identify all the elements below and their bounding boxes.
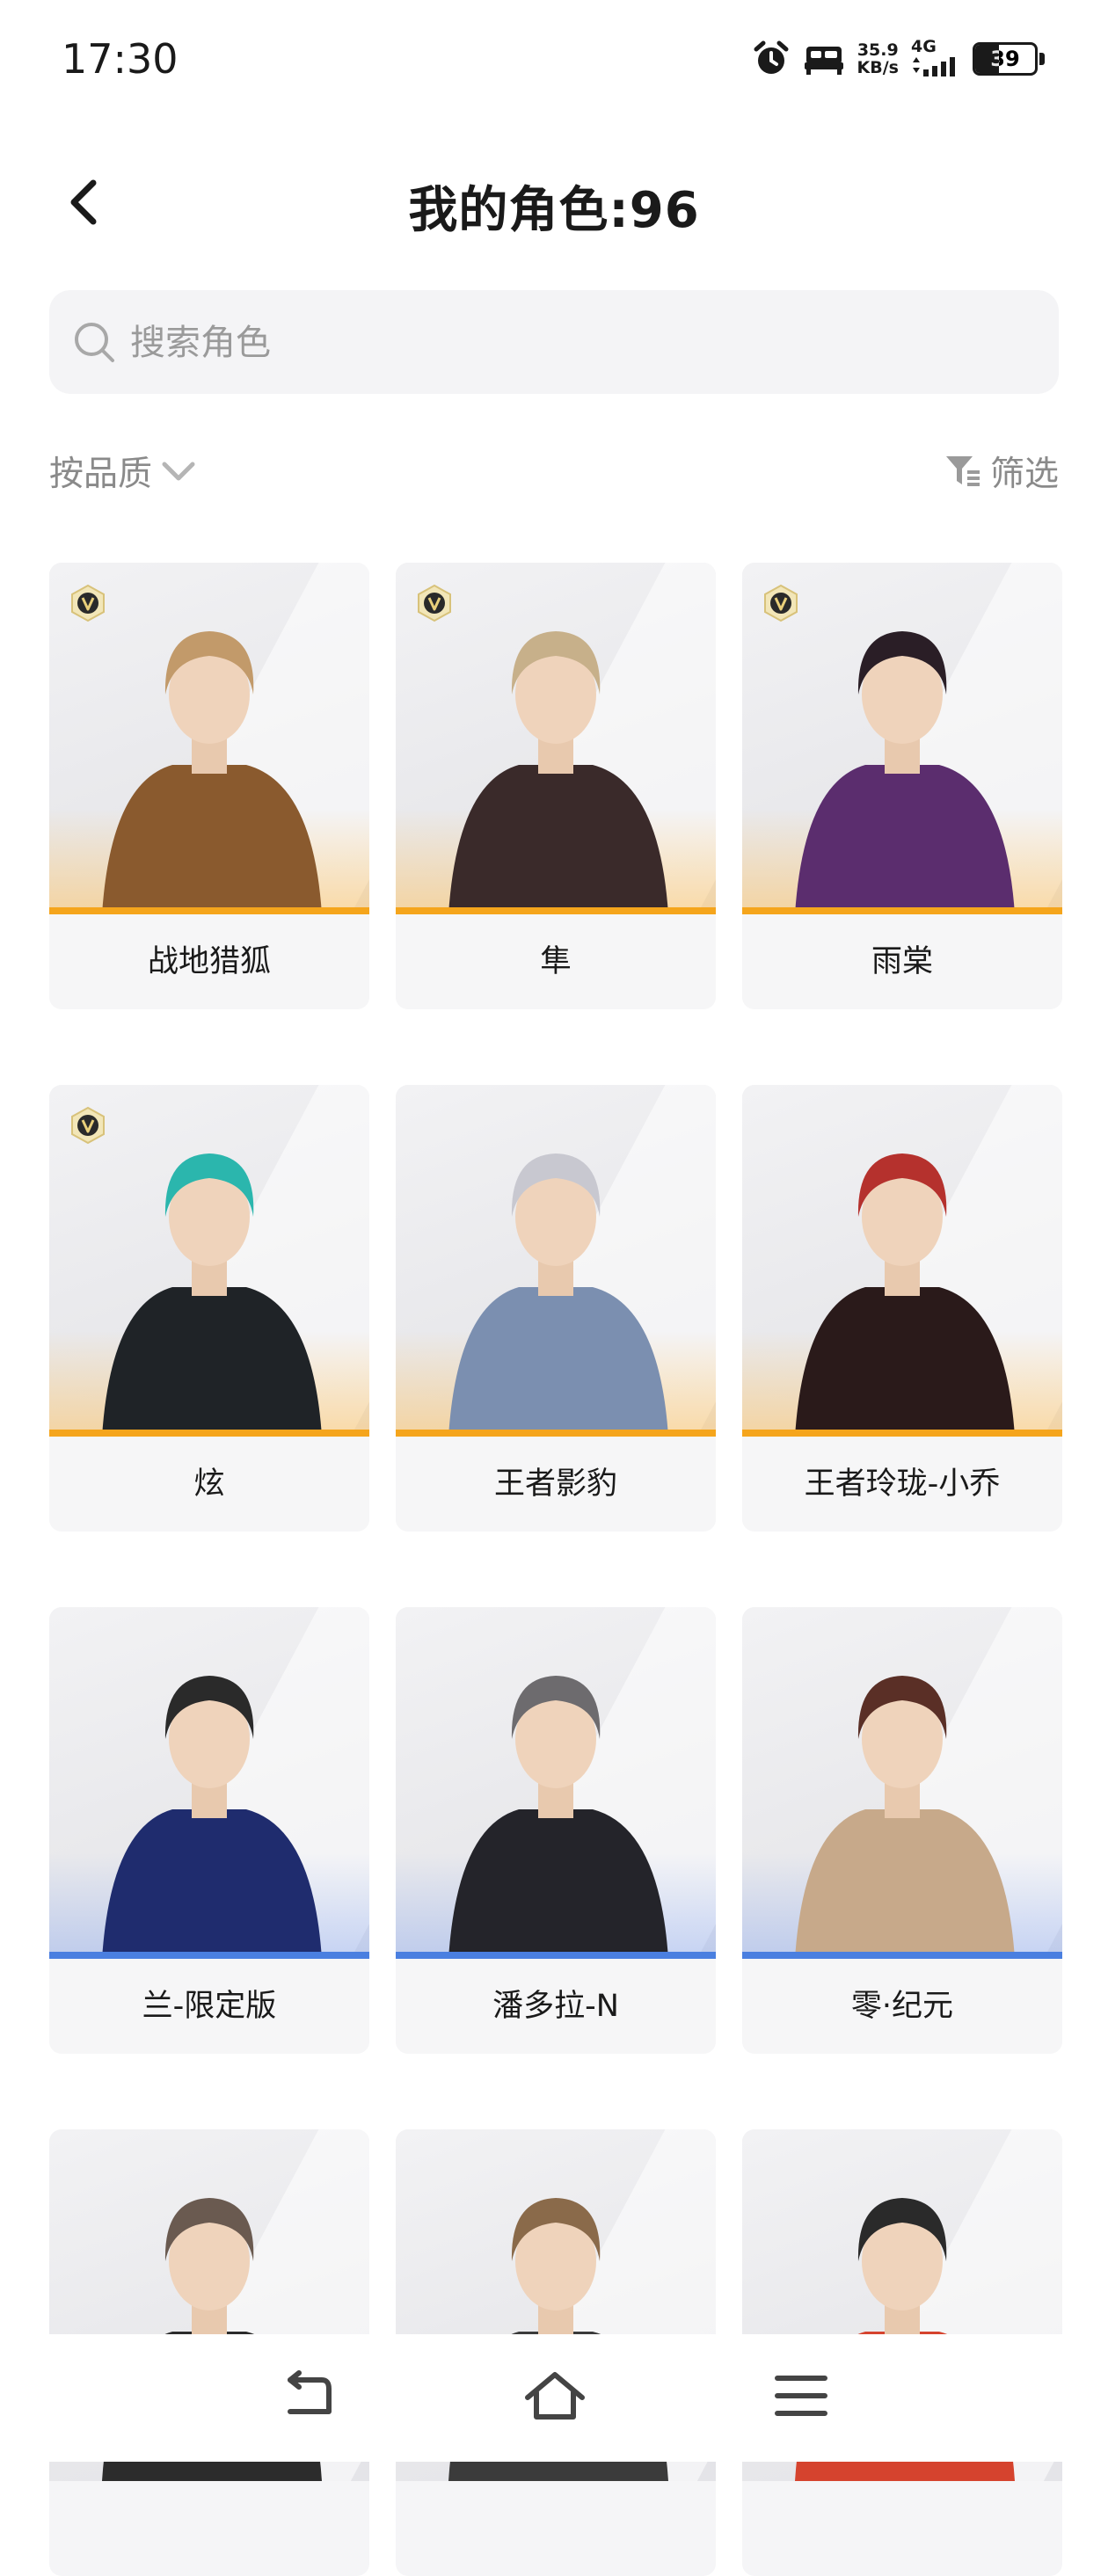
character-portrait	[795, 1153, 1015, 1437]
rarity-bar	[396, 1952, 716, 1959]
bed-icon	[804, 47, 843, 75]
vip-badge-icon	[71, 584, 105, 622]
network-speed-unit: KB/s	[857, 58, 899, 77]
character-name: 炫	[49, 1437, 369, 1532]
character-portrait-frame	[742, 563, 1062, 914]
character-name: 零·纪元	[742, 1959, 1062, 2054]
character-portrait	[795, 1676, 1015, 1959]
cellular-indicator: 4G	[911, 38, 960, 80]
character-card[interactable]: 潘多拉-N	[396, 1607, 716, 2054]
rarity-bar	[396, 907, 716, 914]
back-nav-icon[interactable]	[278, 2369, 339, 2422]
character-card[interactable]: 炫	[49, 1085, 369, 1532]
character-portrait	[448, 1153, 668, 1437]
network-speed: 35.9 KB/s	[857, 41, 899, 76]
vip-badge-icon	[764, 584, 798, 622]
sort-dropdown[interactable]: 按品质	[49, 447, 196, 496]
search-bar[interactable]	[49, 290, 1059, 394]
character-portrait	[448, 1676, 668, 1959]
rarity-bar	[49, 1952, 369, 1959]
character-name: 雨棠	[742, 914, 1062, 1009]
character-portrait-frame	[396, 1085, 716, 1437]
home-nav-icon[interactable]	[524, 2369, 586, 2422]
chevron-down-icon	[162, 462, 195, 481]
character-name: 战地猎狐	[49, 914, 369, 1009]
character-card[interactable]: 雨棠	[742, 563, 1062, 1009]
character-portrait	[102, 1676, 322, 1959]
rarity-bar	[742, 907, 1062, 914]
search-input[interactable]	[128, 311, 1011, 375]
sort-label: 按品质	[49, 455, 153, 494]
filter-button[interactable]: 筛选	[944, 447, 1059, 496]
character-card[interactable]: 战地猎狐	[49, 563, 369, 1009]
status-time: 17:30	[62, 35, 179, 83]
network-type: 4G	[911, 37, 937, 56]
character-portrait-frame	[49, 563, 369, 914]
status-icons: 35.9 KB/s 4G 39	[752, 37, 1045, 81]
character-card[interactable]: 王者影豹	[396, 1085, 716, 1532]
character-portrait-frame	[742, 1085, 1062, 1437]
character-name: 王者玲珑-小乔	[742, 1437, 1062, 1532]
battery-tip	[1039, 53, 1045, 65]
alarm-icon	[754, 40, 789, 74]
character-name: 兰-限定版	[49, 1959, 369, 2054]
character-portrait-frame	[49, 1607, 369, 1959]
system-nav-bar	[0, 2334, 1108, 2462]
filter-icon	[945, 456, 980, 486]
character-name: 潘多拉-N	[396, 1959, 716, 2054]
vip-badge-icon	[71, 1106, 105, 1145]
character-card[interactable]: 兰-限定版	[49, 1607, 369, 2054]
character-portrait-frame	[396, 563, 716, 914]
character-portrait-frame	[49, 1085, 369, 1437]
filter-label: 筛选	[989, 455, 1059, 494]
signal-icon	[913, 57, 955, 76]
network-speed-value: 35.9	[857, 40, 899, 60]
search-icon	[75, 323, 114, 362]
rarity-bar	[396, 1430, 716, 1437]
character-card[interactable]: 王者玲珑-小乔	[742, 1085, 1062, 1532]
page-title: 我的角色:96	[408, 182, 700, 239]
character-portrait-frame	[396, 1607, 716, 1959]
rarity-bar	[49, 1430, 369, 1437]
character-name: 王者影豹	[396, 1437, 716, 1532]
rarity-bar	[742, 1430, 1062, 1437]
battery-indicator: 39	[973, 42, 1038, 76]
status-bar: 17:30 35.9 KB/s 4G 39	[0, 0, 1108, 114]
rarity-bar	[742, 1952, 1062, 1959]
character-card[interactable]: 隼	[396, 563, 716, 1009]
battery-level: 39	[990, 47, 1020, 71]
character-portrait-frame	[742, 1607, 1062, 1959]
character-card[interactable]: 零·纪元	[742, 1607, 1062, 2054]
vip-badge-icon	[418, 584, 451, 622]
character-name: 隼	[396, 914, 716, 1009]
rarity-bar	[49, 907, 369, 914]
menu-nav-icon[interactable]	[770, 2369, 832, 2422]
